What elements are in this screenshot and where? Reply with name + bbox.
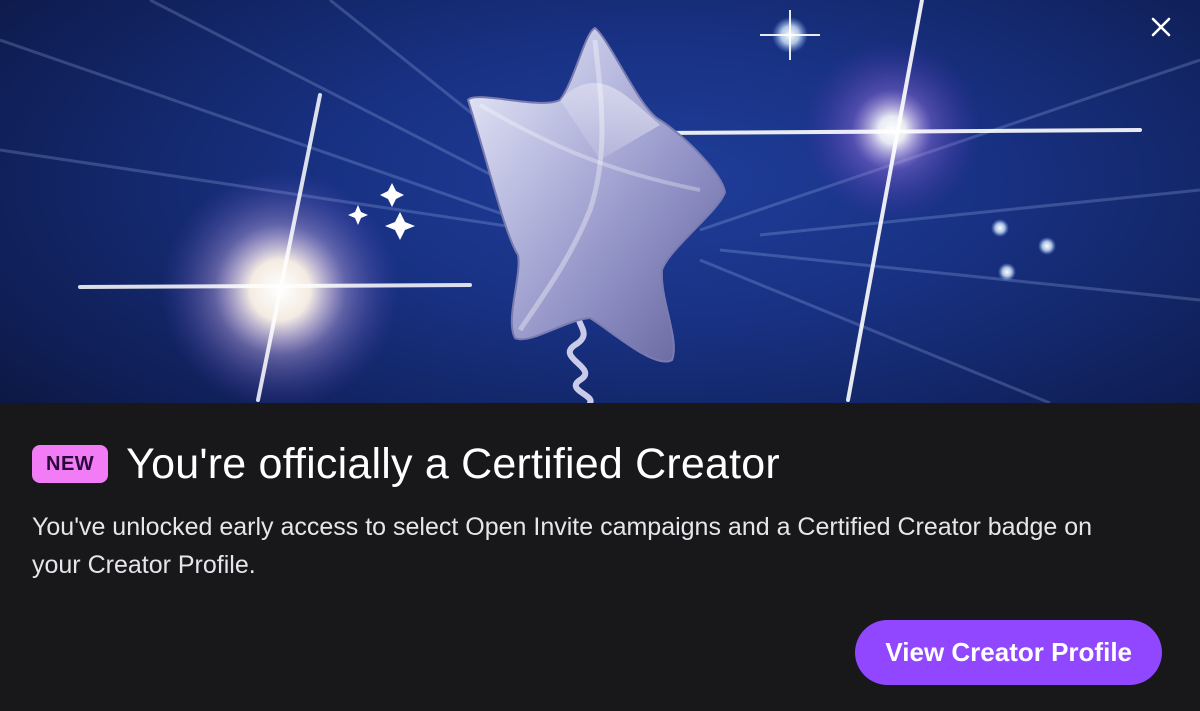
close-button[interactable] [1150, 16, 1186, 52]
title-row: NEW You're officially a Certified Creato… [32, 438, 780, 490]
hero-illustration [0, 0, 1200, 403]
hero-illustration-art [0, 0, 1200, 403]
view-creator-profile-button[interactable]: View Creator Profile [855, 620, 1162, 685]
announcement-title: You're officially a Certified Creator [126, 440, 780, 488]
close-icon [1151, 17, 1171, 37]
certified-creator-modal: NEW You're officially a Certified Creato… [0, 0, 1200, 711]
announcement-description: You've unlocked early access to select O… [32, 513, 1093, 579]
announcement-body: NEW You're officially a Certified Creato… [0, 403, 1200, 711]
new-badge: NEW [32, 445, 109, 483]
